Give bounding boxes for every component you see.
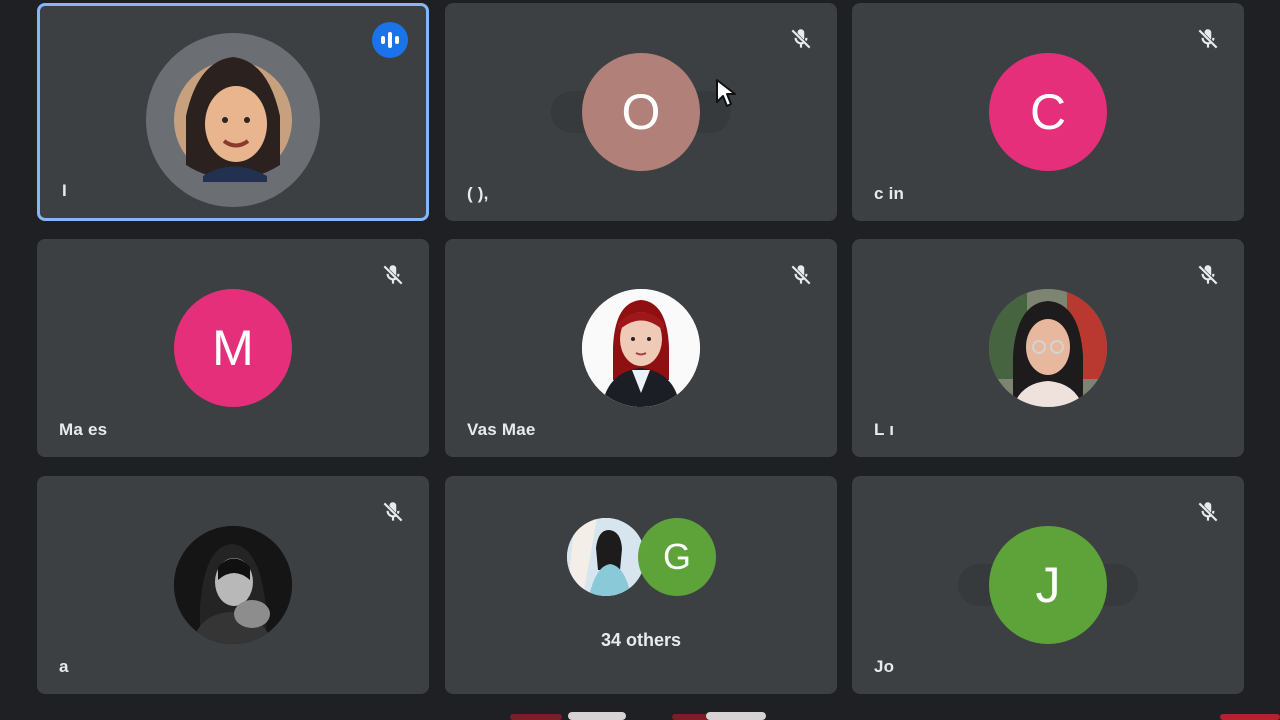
mouse-cursor bbox=[716, 79, 736, 107]
participant-name-2: ( ), bbox=[467, 184, 489, 203]
mic-off-icon bbox=[1198, 29, 1218, 49]
participant-name-7: a bbox=[59, 657, 69, 676]
participant-photo bbox=[582, 289, 700, 407]
participant-name-5: Vas Mae bbox=[467, 420, 536, 439]
mic-off-icon bbox=[791, 265, 811, 285]
participant-avatar-3: C bbox=[989, 53, 1107, 171]
participant-tile-3[interactable]: C c in bbox=[852, 3, 1244, 221]
avatar-letter: G bbox=[662, 536, 691, 577]
participant-avatar-5 bbox=[582, 289, 700, 407]
participant-tile-9[interactable]: J Jo bbox=[852, 476, 1244, 694]
mic-off-icon bbox=[383, 265, 403, 285]
participant-tile-7[interactable]: a bbox=[37, 476, 429, 694]
avatar-letter: O bbox=[621, 84, 661, 140]
meeting-grid: I O ( ), C c in M Ma es Vas Mae L ı a G … bbox=[0, 0, 1280, 720]
participant-photo bbox=[146, 33, 320, 207]
participant-tile-2[interactable]: O ( ), bbox=[445, 3, 837, 221]
mic-off-icon bbox=[383, 502, 403, 522]
participant-name-6: L ı bbox=[874, 420, 895, 439]
avatar-letter: J bbox=[1035, 557, 1061, 613]
participant-name-9: Jo bbox=[874, 657, 895, 676]
others-tile[interactable]: G 34 others bbox=[445, 476, 837, 694]
others-count: 34 others bbox=[600, 630, 682, 650]
participant-avatar-letter: G bbox=[638, 518, 716, 596]
mic-off-icon bbox=[791, 29, 811, 49]
participant-tile-6[interactable]: L ı bbox=[852, 239, 1244, 457]
participant-tile-1[interactable]: I bbox=[37, 3, 429, 221]
speaking-icon bbox=[372, 22, 408, 58]
mic-off-icon bbox=[1198, 502, 1218, 522]
others-avatar-group: G bbox=[567, 518, 717, 598]
participant-tile-5[interactable]: Vas Mae bbox=[445, 239, 837, 457]
participant-avatar-2: O bbox=[582, 53, 700, 171]
participant-avatar-1 bbox=[146, 33, 320, 207]
mic-off-icon bbox=[1198, 265, 1218, 285]
participant-avatar-4: M bbox=[174, 289, 292, 407]
participant-name-3: c in bbox=[874, 184, 905, 203]
participant-tile-4[interactable]: M Ma es bbox=[37, 239, 429, 457]
participant-photo bbox=[989, 289, 1107, 407]
participant-avatar-6 bbox=[989, 289, 1107, 407]
participant-photo bbox=[174, 526, 292, 644]
bottom-toolbar-edge bbox=[510, 712, 1280, 720]
participant-avatar-9: J bbox=[989, 526, 1107, 644]
avatar-letter: M bbox=[212, 320, 254, 376]
participant-name-4: Ma es bbox=[59, 420, 108, 439]
participant-avatar-7 bbox=[174, 526, 292, 644]
participant-name-1: I bbox=[62, 181, 67, 200]
participant-photo bbox=[567, 518, 645, 596]
avatar-letter: C bbox=[1029, 84, 1067, 140]
